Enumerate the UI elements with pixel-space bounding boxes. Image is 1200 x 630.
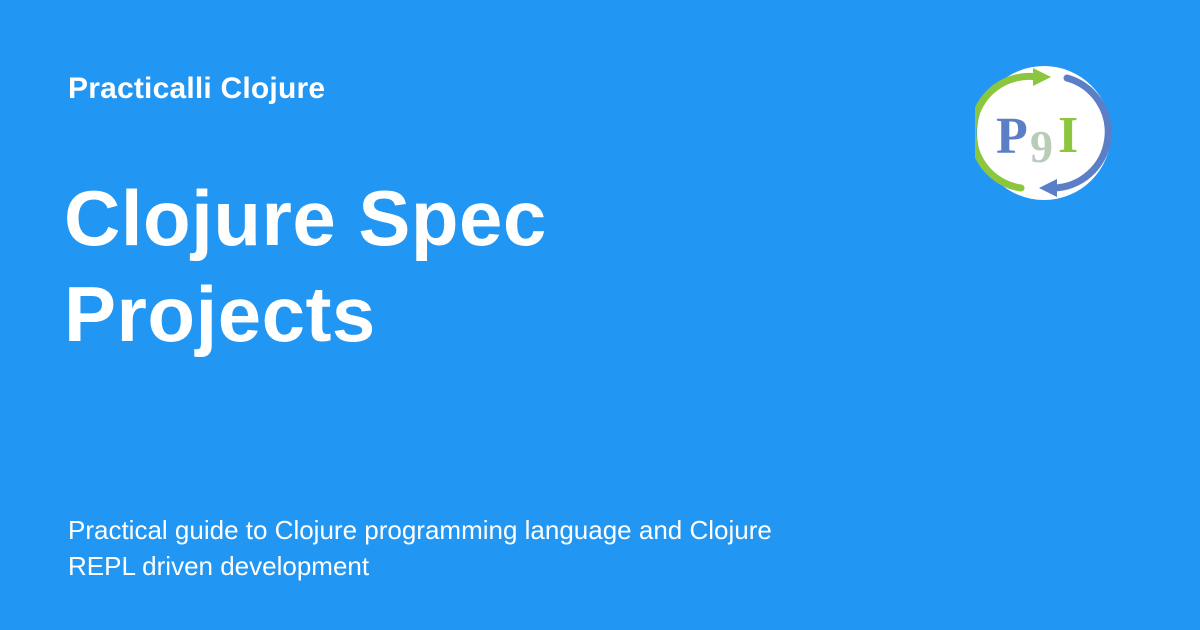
logo-svg: P 9 I <box>975 66 1112 200</box>
site-name: Practicalli Clojure <box>68 72 326 105</box>
logo-letter-p: P <box>996 108 1028 165</box>
practicalli-logo-icon: P 9 I <box>975 64 1113 202</box>
logo-letter-g: 9 <box>1030 121 1053 172</box>
page-title-line-1: Clojure Spec <box>64 174 547 262</box>
page-title-line-2: Projects <box>64 270 376 358</box>
page-description-line-1: Practical guide to Clojure programming l… <box>68 515 772 545</box>
social-card: Practicalli Clojure Clojure Spec Project… <box>0 0 1200 630</box>
logo-letter-i: I <box>1058 107 1078 164</box>
page-description-line-2: REPL driven development <box>68 551 370 581</box>
page-description: Practical guide to Clojure programming l… <box>68 512 888 584</box>
page-title: Clojure Spec Projects <box>64 170 884 362</box>
